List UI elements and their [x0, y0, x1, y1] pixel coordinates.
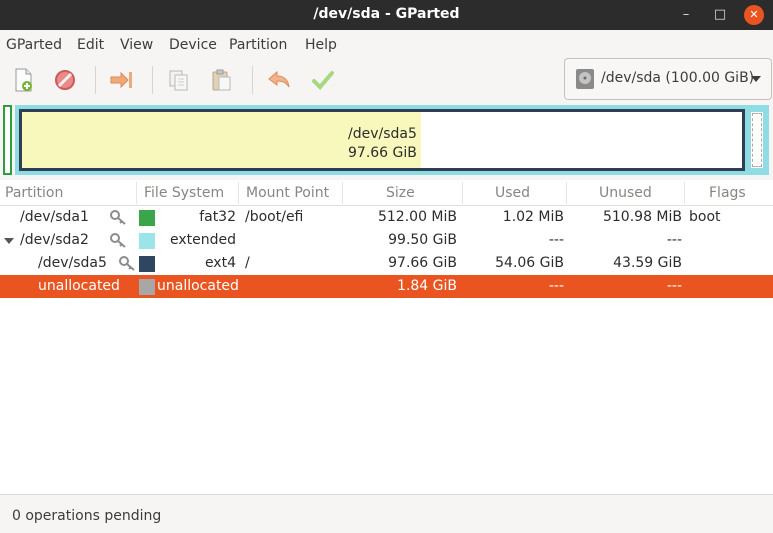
disk-map-sda5-caption: /dev/sda5 97.66 GiB [348, 125, 417, 163]
hard-disk-icon [576, 69, 594, 89]
partition-size: 97.66 GiB [388, 255, 457, 271]
delete-icon [55, 70, 75, 90]
table-row-unallocated[interactable]: unallocated unallocated 1.84 GiB --- --- [0, 275, 773, 298]
table-row-sda2[interactable]: /dev/sda2 extended 99.50 GiB --- --- [0, 229, 773, 252]
key-icon [110, 233, 126, 248]
partition-used: --- [548, 232, 564, 248]
table-row-sda1[interactable]: /dev/sda1 fat32 /boot/efi 512.00 MiB 1.0… [0, 206, 773, 229]
disk-map-unallocated[interactable] [748, 109, 766, 171]
toolbar-separator [252, 66, 253, 94]
partition-flags: boot [689, 209, 721, 225]
disk-map-sda5[interactable]: /dev/sda5 97.66 GiB [19, 109, 745, 171]
status-bar: 0 operations pending [0, 494, 773, 533]
expander-arrow-icon[interactable] [4, 238, 14, 244]
window-title: /dev/sda - GParted [313, 6, 460, 22]
partition-name: /dev/sda1 [20, 209, 89, 225]
column-header-used[interactable]: Used [495, 185, 530, 201]
minimize-button[interactable]: – [676, 5, 696, 25]
apply-icon [312, 71, 334, 90]
column-header-size[interactable]: Size [386, 185, 415, 201]
partition-used: --- [548, 278, 564, 294]
paste-icon [212, 69, 231, 91]
column-header-unused[interactable]: Unused [599, 185, 652, 201]
title-bar: /dev/sda - GParted – □ ✕ [0, 0, 773, 30]
key-icon [119, 256, 135, 271]
column-separator [238, 182, 239, 204]
menu-bar: GParted Edit View Device Partition Help [0, 30, 773, 58]
filesystem-type: ext4 [204, 255, 236, 271]
device-selector-label: /dev/sda (100.00 GiB) [601, 70, 755, 86]
column-separator [342, 182, 343, 204]
mount-point: / [245, 255, 250, 271]
chevron-down-icon [751, 76, 761, 82]
partition-size: 512.00 MiB [377, 209, 457, 225]
filesystem-type: unallocated [157, 278, 239, 294]
menu-gparted[interactable]: GParted [6, 37, 62, 53]
partition-unused: --- [666, 278, 682, 294]
partition-unused: 43.59 GiB [613, 255, 682, 271]
partition-name: /dev/sda5 [38, 255, 107, 271]
mount-point: /boot/efi [245, 209, 304, 225]
partition-name: unallocated [38, 278, 120, 294]
device-selector[interactable]: /dev/sda (100.00 GiB) [564, 58, 772, 100]
filesystem-color-swatch [139, 210, 155, 226]
partition-size: 99.50 GiB [388, 232, 457, 248]
copy-icon [169, 70, 188, 91]
disk-map-sda5-label: /dev/sda5 [348, 126, 417, 142]
disk-map-unallocated-inner [752, 113, 762, 167]
column-separator [462, 182, 463, 204]
partition-used: 54.06 GiB [495, 255, 564, 271]
partition-name: /dev/sda2 [20, 232, 89, 248]
resize-move-icon [110, 71, 132, 89]
disk-map-sda1[interactable] [3, 105, 12, 175]
partition-table: Partition File System Mount Point Size U… [0, 180, 773, 494]
close-button[interactable]: ✕ [744, 5, 764, 25]
disk-map-sda5-size: 97.66 GiB [348, 145, 417, 161]
column-header-partition[interactable]: Partition [5, 185, 63, 201]
partition-unused: 510.98 MiB [602, 209, 682, 225]
column-separator [684, 182, 685, 204]
column-header-file-system[interactable]: File System [144, 185, 224, 201]
apply-button[interactable] [309, 66, 337, 94]
key-icon [110, 210, 126, 225]
menu-partition[interactable]: Partition [229, 37, 287, 53]
menu-device[interactable]: Device [169, 37, 217, 53]
filesystem-type: fat32 [199, 209, 236, 225]
delete-partition-button[interactable] [51, 66, 79, 94]
column-header-mount-point[interactable]: Mount Point [246, 185, 329, 201]
column-separator [566, 182, 567, 204]
disk-map: /dev/sda5 97.66 GiB [0, 102, 773, 180]
table-row-sda5[interactable]: /dev/sda5 ext4 / 97.66 GiB 54.06 GiB 43.… [0, 252, 773, 275]
partition-used: 1.02 MiB [502, 209, 564, 225]
undo-icon [268, 70, 290, 88]
column-separator [136, 182, 137, 204]
column-header-flags[interactable]: Flags [709, 185, 746, 201]
copy-button[interactable] [165, 66, 193, 94]
paste-button[interactable] [208, 66, 236, 94]
maximize-button[interactable]: □ [710, 5, 730, 25]
resize-move-button[interactable] [108, 66, 136, 94]
menu-edit[interactable]: Edit [77, 37, 104, 53]
toolbar: /dev/sda (100.00 GiB) [0, 58, 773, 102]
new-partition-button[interactable] [9, 66, 37, 94]
undo-button[interactable] [265, 66, 293, 94]
toolbar-separator [152, 66, 153, 94]
table-header: Partition File System Mount Point Size U… [0, 180, 773, 206]
operations-pending-status: 0 operations pending [12, 508, 162, 524]
menu-view[interactable]: View [120, 37, 153, 53]
filesystem-color-swatch [139, 233, 155, 249]
partition-unused: --- [666, 232, 682, 248]
filesystem-color-swatch [139, 279, 155, 295]
toolbar-separator [95, 66, 96, 94]
menu-help[interactable]: Help [305, 37, 337, 53]
new-icon [15, 68, 32, 92]
filesystem-color-swatch [139, 256, 155, 272]
filesystem-type: extended [169, 232, 236, 248]
partition-size: 1.84 GiB [397, 278, 457, 294]
